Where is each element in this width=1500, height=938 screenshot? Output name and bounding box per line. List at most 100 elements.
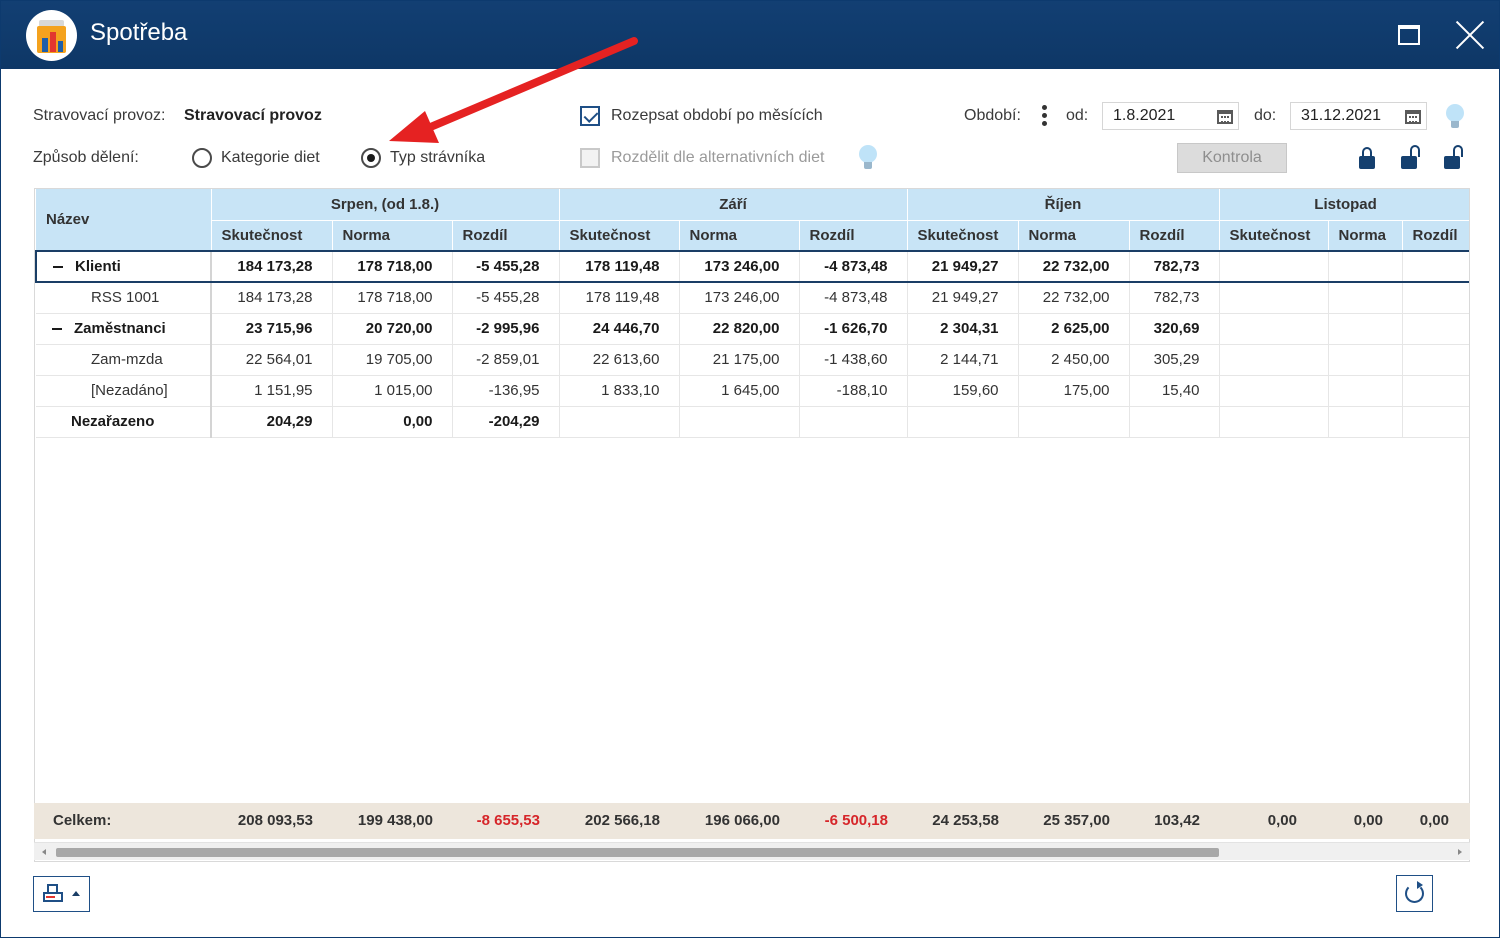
column-header-skutecnost[interactable]: Skutečnost: [559, 220, 680, 252]
table-row[interactable]: Klienti 184 173,28 178 718,00 -5 455,28 178 …: [35, 250, 1469, 283]
grid-cell[interactable]: 15,40: [1129, 375, 1220, 407]
table-row[interactable]: Nezařazeno 204,29 0,00 -204,29: [36, 406, 1469, 438]
column-header-nazev[interactable]: Název: [36, 189, 212, 252]
grid-cell[interactable]: [1402, 250, 1469, 283]
refresh-button[interactable]: [1396, 875, 1433, 912]
lock-icon[interactable]: [1359, 147, 1375, 169]
od-date-field[interactable]: 1.8.2021: [1102, 102, 1239, 130]
grid-cell[interactable]: 23 715,96: [211, 313, 333, 345]
grid-cell[interactable]: 184 173,28: [211, 250, 333, 283]
grid-cell[interactable]: [1328, 375, 1403, 407]
grid-cell[interactable]: 320,69: [1129, 313, 1220, 345]
grid-cell[interactable]: [799, 406, 908, 438]
column-header-norma[interactable]: Norma: [332, 220, 453, 252]
grid-cell[interactable]: 178 119,48: [559, 282, 680, 314]
grid-cell[interactable]: 22 732,00: [1018, 282, 1130, 314]
grid-cell[interactable]: 22 564,01: [211, 344, 333, 376]
grid-cell[interactable]: [1018, 406, 1130, 438]
grid-cell[interactable]: [1219, 406, 1329, 438]
period-menu-icon[interactable]: [1042, 105, 1048, 127]
column-header-rozdil[interactable]: Rozdíl: [452, 220, 560, 252]
column-header-skutecnost[interactable]: Skutečnost: [211, 220, 333, 252]
grid-cell[interactable]: 21 949,27: [907, 250, 1019, 283]
row-name-cell[interactable]: Zaměstnanci: [36, 313, 212, 345]
calendar-icon[interactable]: [1405, 110, 1421, 124]
column-header-rozdil[interactable]: Rozdíl: [799, 220, 908, 252]
grid-cell[interactable]: 1 645,00: [679, 375, 800, 407]
grid-cell[interactable]: [1219, 344, 1329, 376]
grid-cell[interactable]: 178 718,00: [332, 250, 453, 283]
grid-cell[interactable]: 173 246,00: [679, 250, 800, 283]
grid-cell[interactable]: -188,10: [799, 375, 908, 407]
grid-cell[interactable]: 2 144,71: [907, 344, 1019, 376]
grid-cell[interactable]: 184 173,28: [211, 282, 333, 314]
consumption-grid[interactable]: Název Srpen, (od 1.8.) Září Říjen Listop…: [34, 188, 1470, 862]
grid-cell[interactable]: 173 246,00: [679, 282, 800, 314]
grid-cell[interactable]: [1129, 406, 1220, 438]
grid-cell[interactable]: [1219, 375, 1329, 407]
grid-cell[interactable]: 24 446,70: [559, 313, 680, 345]
horizontal-scrollbar[interactable]: [34, 842, 1470, 860]
grid-cell[interactable]: [1219, 313, 1329, 345]
grid-cell[interactable]: 204,29: [211, 406, 333, 438]
grid-cell[interactable]: [1328, 282, 1403, 314]
grid-cell[interactable]: [1402, 375, 1469, 407]
grid-cell[interactable]: -136,95: [452, 375, 560, 407]
grid-cell[interactable]: 178 718,00: [332, 282, 453, 314]
grid-cell[interactable]: 175,00: [1018, 375, 1130, 407]
grid-cell[interactable]: [679, 406, 800, 438]
table-row[interactable]: [Nezadáno] 1 151,95 1 015,00 -136,95 1 833,1…: [36, 375, 1469, 407]
grid-cell[interactable]: 782,73: [1129, 282, 1220, 314]
grid-cell[interactable]: 22 820,00: [679, 313, 800, 345]
unlock-all-icon[interactable]: [1444, 145, 1463, 169]
grid-cell[interactable]: 159,60: [907, 375, 1019, 407]
grid-cell[interactable]: 305,29: [1129, 344, 1220, 376]
grid-cell[interactable]: [1402, 344, 1469, 376]
column-header-norma[interactable]: Norma: [1018, 220, 1130, 252]
column-header-norma[interactable]: Norma: [1328, 220, 1403, 252]
grid-cell[interactable]: [559, 406, 680, 438]
unlock-icon[interactable]: [1401, 145, 1420, 169]
close-icon[interactable]: [1450, 15, 1490, 55]
grid-cell[interactable]: 2 450,00: [1018, 344, 1130, 376]
scroll-right-icon[interactable]: [1458, 849, 1462, 855]
grid-cell[interactable]: 21 175,00: [679, 344, 800, 376]
typ-stravnika-radio[interactable]: [361, 148, 381, 168]
column-header-skutecnost[interactable]: Skutečnost: [907, 220, 1019, 252]
grid-cell[interactable]: [1328, 406, 1403, 438]
grid-cell[interactable]: 22 613,60: [559, 344, 680, 376]
row-name-cell[interactable]: Zam-mzda: [36, 344, 212, 376]
grid-cell[interactable]: [1219, 282, 1329, 314]
column-header-norma[interactable]: Norma: [679, 220, 800, 252]
grid-cell[interactable]: -2 995,96: [452, 313, 560, 345]
collapse-icon[interactable]: [52, 328, 62, 331]
grid-cell[interactable]: 178 119,48: [559, 250, 680, 283]
grid-cell[interactable]: [1328, 344, 1403, 376]
grid-cell[interactable]: -5 455,28: [452, 250, 560, 283]
grid-cell[interactable]: -1 438,60: [799, 344, 908, 376]
row-name-cell[interactable]: Nezařazeno: [36, 406, 212, 438]
print-menu-button[interactable]: [33, 876, 90, 912]
grid-cell[interactable]: 2 304,31: [907, 313, 1019, 345]
typ-stravnika-label[interactable]: Typ strávníka: [390, 149, 485, 167]
lightbulb-icon[interactable]: [1446, 104, 1464, 130]
grid-cell[interactable]: -4 873,48: [799, 250, 908, 283]
grid-cell[interactable]: [1328, 313, 1403, 345]
kategorie-diet-radio[interactable]: [192, 148, 212, 168]
grid-cell[interactable]: [1402, 313, 1469, 345]
table-row[interactable]: Zam-mzda 22 564,01 19 705,00 -2 859,01 22 61…: [36, 344, 1469, 376]
table-row[interactable]: Zaměstnanci 23 715,96 20 720,00 -2 995,96 24…: [36, 313, 1469, 345]
grid-cell[interactable]: [1219, 250, 1329, 283]
column-header-rozdil[interactable]: Rozdíl: [1129, 220, 1220, 252]
grid-cell[interactable]: -5 455,28: [452, 282, 560, 314]
grid-cell[interactable]: 0,00: [332, 406, 453, 438]
kategorie-diet-label[interactable]: Kategorie diet: [221, 149, 320, 167]
grid-cell[interactable]: 2 625,00: [1018, 313, 1130, 345]
do-date-field[interactable]: 31.12.2021: [1290, 102, 1427, 130]
title-bar[interactable]: Spotřeba: [1, 1, 1499, 69]
grid-cell[interactable]: 22 732,00: [1018, 250, 1130, 283]
grid-cell[interactable]: 21 949,27: [907, 282, 1019, 314]
row-name-cell[interactable]: [Nezadáno]: [36, 375, 212, 407]
collapse-icon[interactable]: [53, 266, 63, 269]
column-header-skutecnost[interactable]: Skutečnost: [1219, 220, 1329, 252]
